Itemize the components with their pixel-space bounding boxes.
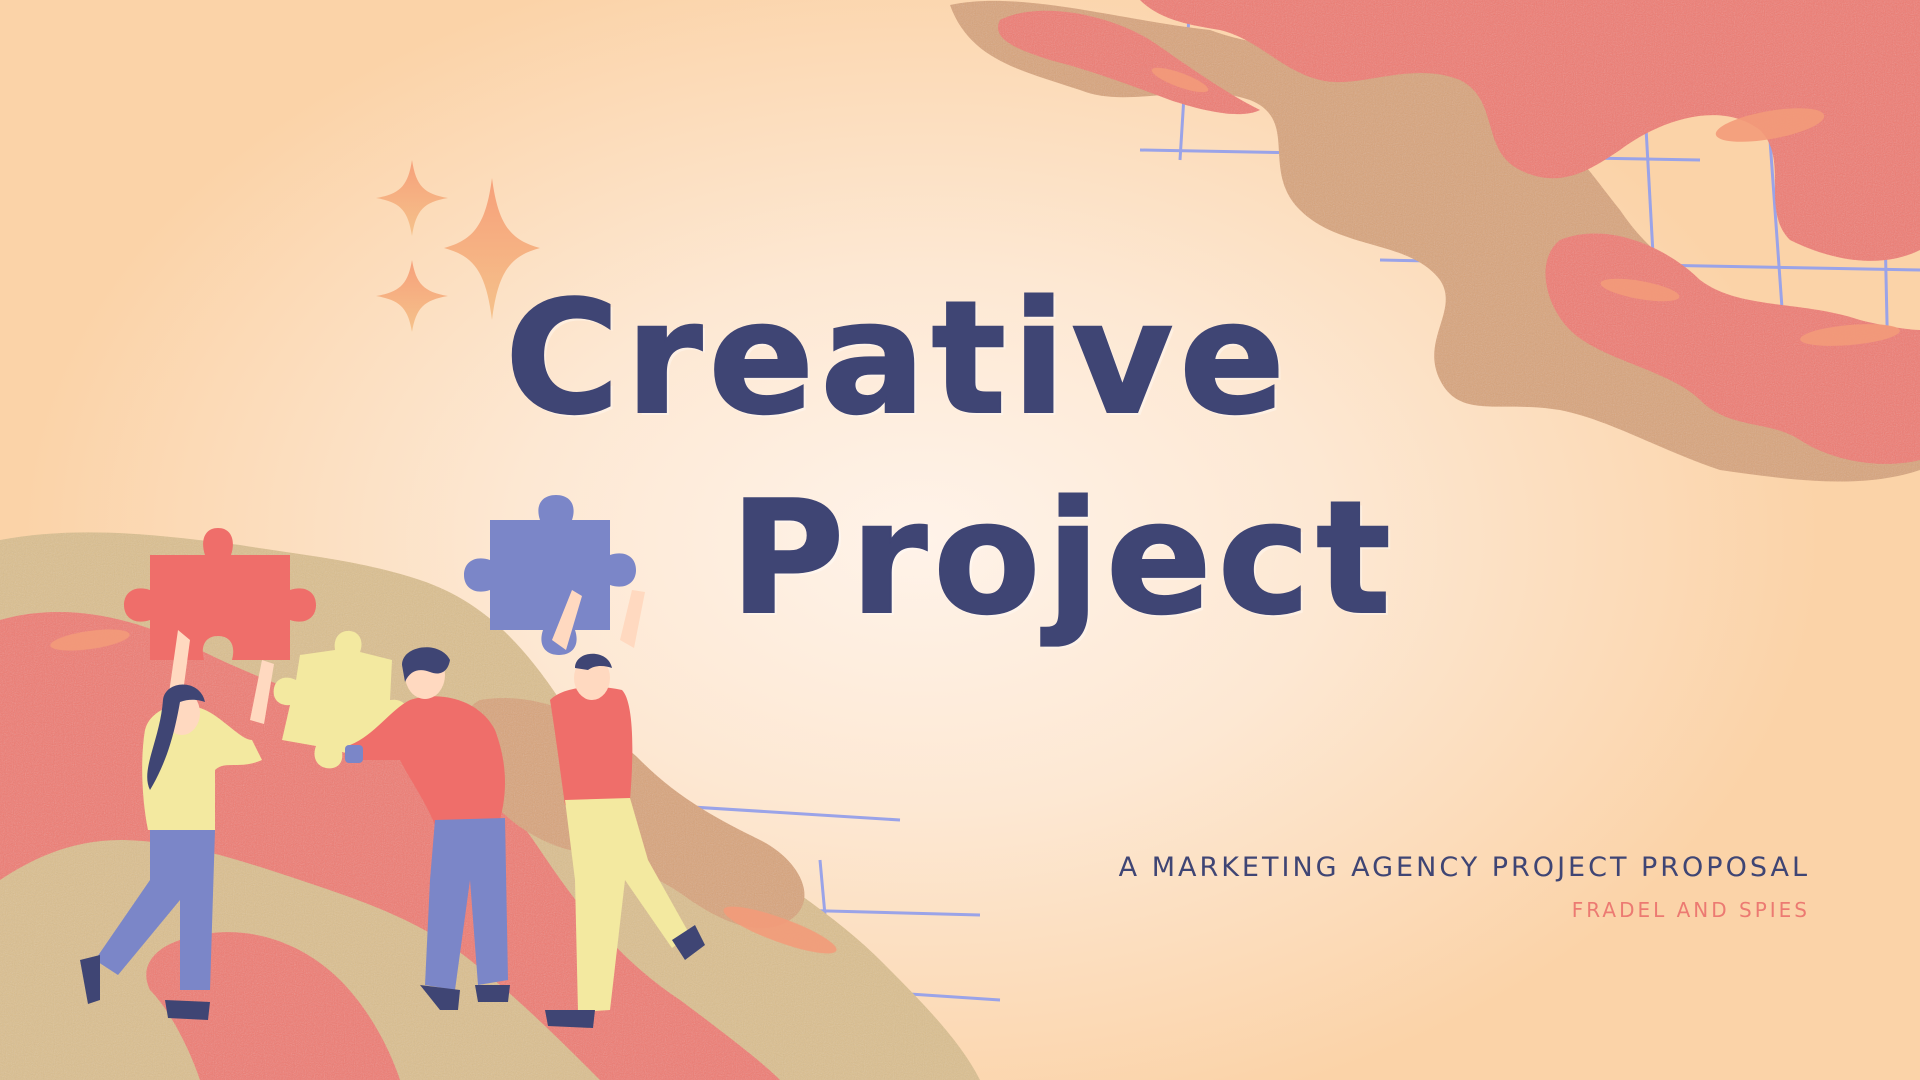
- title-line-1: Creative: [504, 267, 1292, 449]
- sparkle-icon: [376, 260, 448, 332]
- slide: Creative Project A MARKETING AGENCY PROJ…: [0, 0, 1920, 1080]
- title-line-2: Project: [729, 467, 1397, 649]
- subtitle: A MARKETING AGENCY PROJECT PROPOSAL: [1118, 852, 1810, 883]
- author-name: FRADEL AND SPIES: [1571, 898, 1810, 922]
- sparkle-icon: [376, 160, 448, 236]
